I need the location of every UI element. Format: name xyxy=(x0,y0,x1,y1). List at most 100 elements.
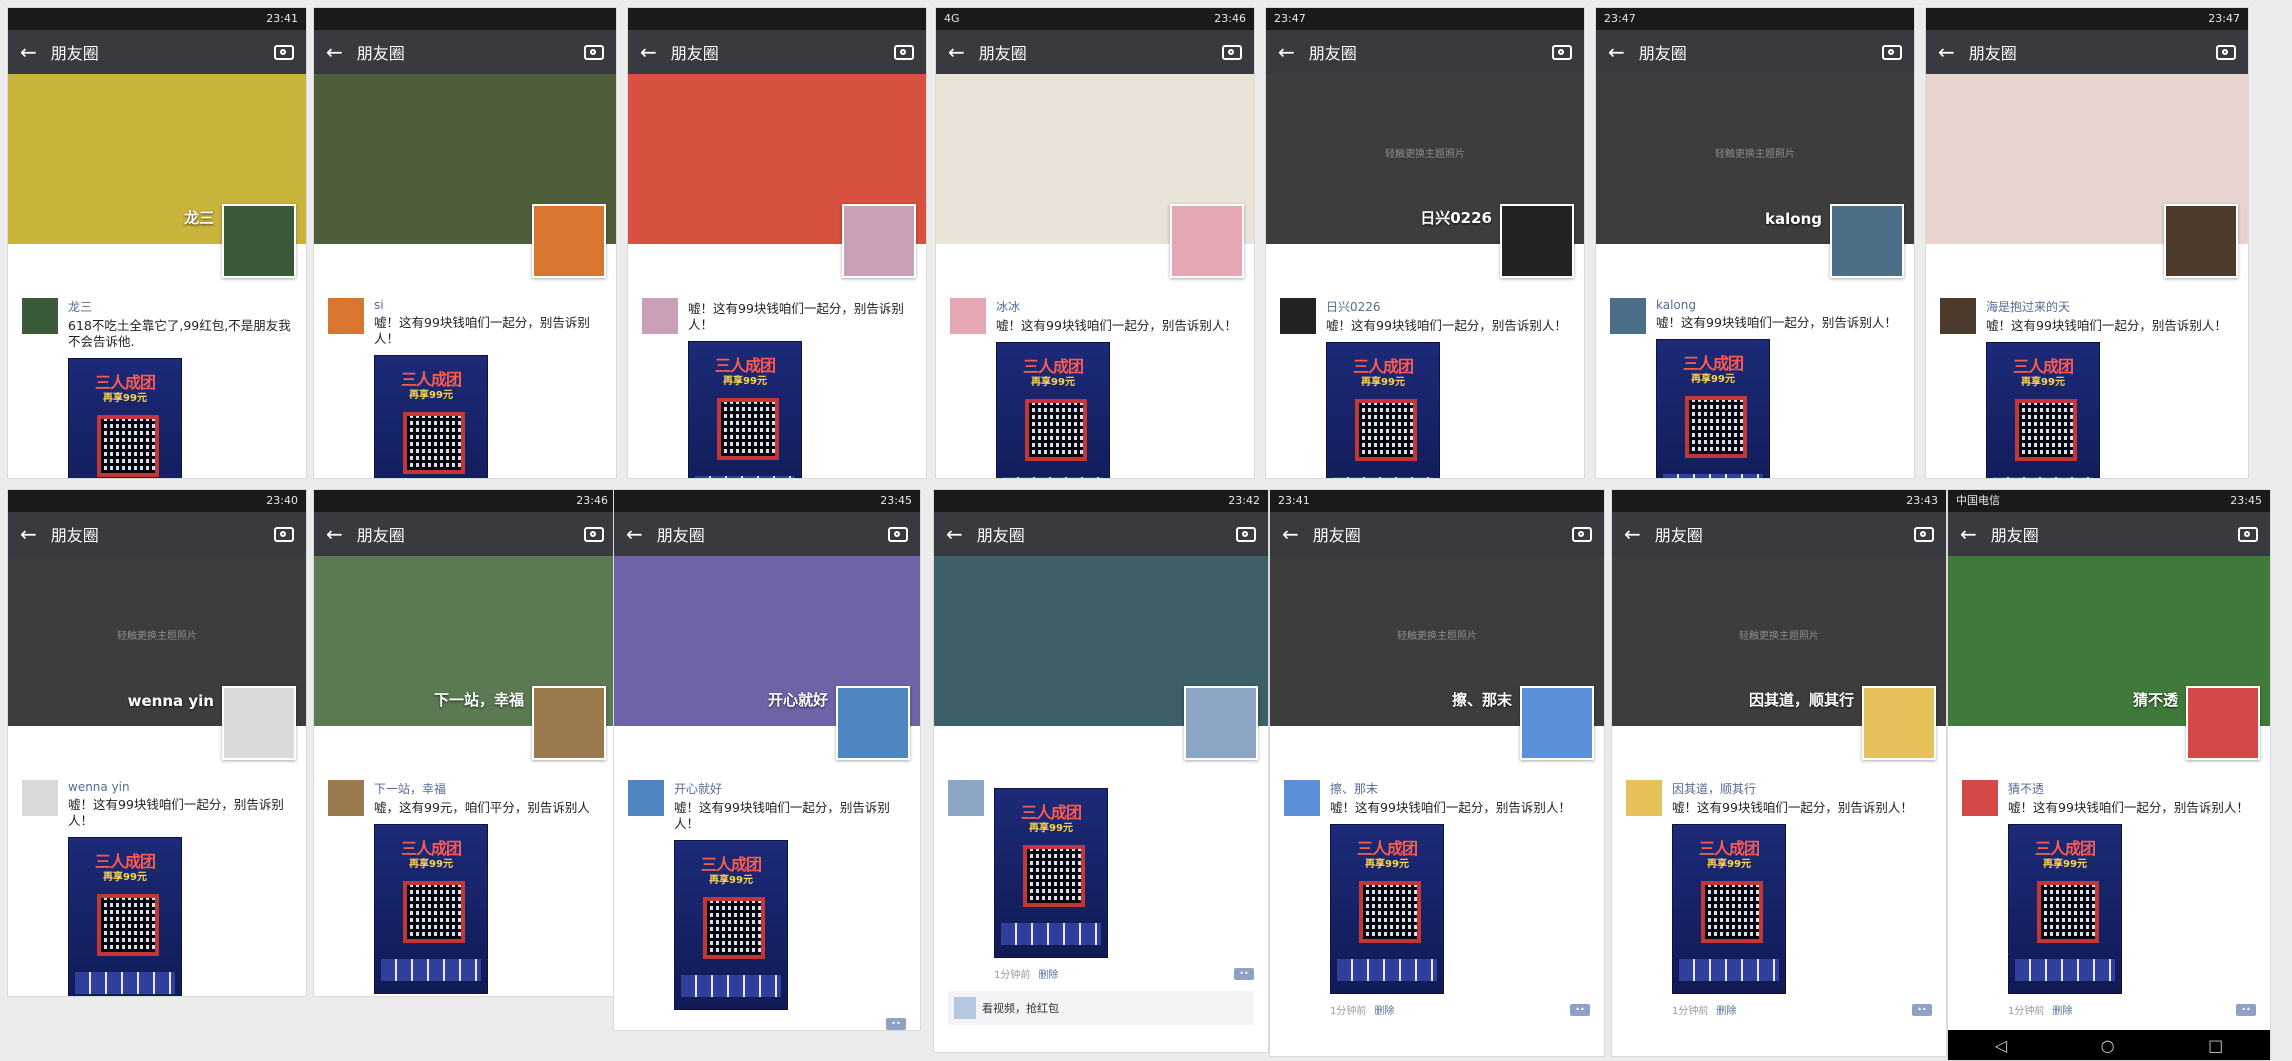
post-author[interactable]: si xyxy=(374,298,602,312)
profile-avatar[interactable] xyxy=(222,686,296,760)
poster-avatar[interactable] xyxy=(642,298,678,334)
home-nav-icon[interactable]: ○ xyxy=(2101,1036,2115,1055)
back-arrow-icon[interactable]: ← xyxy=(1608,42,1625,62)
comment-button-icon[interactable]: •• xyxy=(2236,1003,2256,1016)
profile-avatar[interactable] xyxy=(836,686,910,760)
comment-button-icon[interactable]: •• xyxy=(886,1018,906,1030)
comment-button-icon[interactable]: •• xyxy=(1234,967,1254,980)
cover-photo[interactable]: 下一站，幸福 xyxy=(314,556,616,760)
promo-poster-image[interactable]: 三人成团 再享99元 xyxy=(1326,342,1440,478)
post-author[interactable]: kalong xyxy=(1656,298,1900,312)
back-arrow-icon[interactable]: ← xyxy=(946,524,963,544)
cover-photo[interactable]: 轻触更换主题照片 因其道，顺其行 xyxy=(1612,556,1946,760)
poster-avatar[interactable] xyxy=(22,780,58,816)
promo-poster-image[interactable]: 三人成团 再享99元 xyxy=(68,358,182,478)
camera-icon[interactable] xyxy=(888,526,908,542)
cover-photo[interactable]: 轻触更换主题照片 kalong xyxy=(1596,74,1914,278)
profile-avatar[interactable] xyxy=(2186,686,2260,760)
poster-avatar[interactable] xyxy=(1940,298,1976,334)
post-author[interactable]: 开心就好 xyxy=(674,780,906,797)
profile-avatar[interactable] xyxy=(1830,204,1904,278)
camera-icon[interactable] xyxy=(1222,44,1242,60)
post-author[interactable]: 冰冰 xyxy=(996,298,1240,315)
post-author[interactable]: 下一站，幸福 xyxy=(374,780,602,797)
camera-icon[interactable] xyxy=(2216,44,2236,60)
post-author[interactable]: 日兴0226 xyxy=(1326,298,1570,315)
post-author[interactable]: wenna yin xyxy=(68,780,292,794)
profile-avatar[interactable] xyxy=(842,204,916,278)
delete-link[interactable]: 删除 xyxy=(1038,970,1058,981)
camera-icon[interactable] xyxy=(1572,526,1592,542)
poster-avatar[interactable] xyxy=(628,780,664,816)
comment-button-icon[interactable]: •• xyxy=(1912,1003,1932,1016)
poster-avatar[interactable] xyxy=(948,780,984,816)
post-author[interactable]: 因其道，顺其行 xyxy=(1672,780,1932,797)
back-nav-icon[interactable]: ◁ xyxy=(1995,1036,2007,1055)
back-arrow-icon[interactable]: ← xyxy=(626,524,643,544)
profile-avatar[interactable] xyxy=(222,204,296,278)
back-arrow-icon[interactable]: ← xyxy=(1938,42,1955,62)
back-arrow-icon[interactable]: ← xyxy=(640,42,657,62)
profile-avatar[interactable] xyxy=(2164,204,2238,278)
back-arrow-icon[interactable]: ← xyxy=(948,42,965,62)
comment-button-icon[interactable]: •• xyxy=(1570,1003,1590,1016)
profile-avatar[interactable] xyxy=(1184,686,1258,760)
promo-poster-image[interactable]: 三人成团 再享99元 xyxy=(674,840,788,1010)
delete-link[interactable]: 删除 xyxy=(1716,1006,1736,1017)
delete-link[interactable]: 删除 xyxy=(1374,1006,1394,1017)
post-author[interactable]: 龙三 xyxy=(68,298,292,315)
poster-avatar[interactable] xyxy=(328,298,364,334)
back-arrow-icon[interactable]: ← xyxy=(1960,524,1977,544)
poster-avatar[interactable] xyxy=(1626,780,1662,816)
profile-avatar[interactable] xyxy=(1520,686,1594,760)
poster-avatar[interactable] xyxy=(22,298,58,334)
promo-poster-image[interactable]: 三人成团 再享99元 xyxy=(2008,824,2122,994)
promo-poster-image[interactable]: 三人成团 再享99元 xyxy=(374,824,488,994)
cover-photo[interactable]: 龙三 xyxy=(8,74,306,278)
promo-poster-image[interactable]: 三人成团 再享99元 xyxy=(68,837,182,996)
profile-avatar[interactable] xyxy=(1500,204,1574,278)
camera-icon[interactable] xyxy=(1914,526,1934,542)
post-author[interactable]: 海是抱过来的天 xyxy=(1986,298,2234,315)
promo-poster-image[interactable]: 三人成团 再享99元 xyxy=(994,788,1108,958)
profile-avatar[interactable] xyxy=(1862,686,1936,760)
cover-photo[interactable] xyxy=(314,74,616,278)
poster-avatar[interactable] xyxy=(1284,780,1320,816)
profile-avatar[interactable] xyxy=(532,204,606,278)
promo-poster-image[interactable]: 三人成团 再享99元 xyxy=(688,341,802,478)
promo-poster-image[interactable]: 三人成团 再享99元 xyxy=(1330,824,1444,994)
camera-icon[interactable] xyxy=(894,44,914,60)
camera-icon[interactable] xyxy=(1882,44,1902,60)
camera-icon[interactable] xyxy=(1236,526,1256,542)
cover-photo[interactable]: 猜不透 xyxy=(1948,556,2270,760)
post-author[interactable]: 擦、那末 xyxy=(1330,780,1590,797)
cover-photo[interactable] xyxy=(936,74,1254,278)
poster-avatar[interactable] xyxy=(950,298,986,334)
back-arrow-icon[interactable]: ← xyxy=(20,524,37,544)
back-arrow-icon[interactable]: ← xyxy=(326,42,343,62)
next-post-preview[interactable]: 看视频，抢红包 xyxy=(948,991,1254,1025)
post-author[interactable]: 猜不透 xyxy=(2008,780,2256,797)
promo-poster-image[interactable]: 三人成团 再享99元 xyxy=(1672,824,1786,994)
cover-photo[interactable] xyxy=(1926,74,2248,278)
camera-icon[interactable] xyxy=(274,526,294,542)
camera-icon[interactable] xyxy=(2238,526,2258,542)
poster-avatar[interactable] xyxy=(1962,780,1998,816)
cover-photo[interactable] xyxy=(628,74,926,278)
promo-poster-image[interactable]: 三人成团 再享99元 xyxy=(996,342,1110,478)
profile-avatar[interactable] xyxy=(532,686,606,760)
back-arrow-icon[interactable]: ← xyxy=(20,42,37,62)
back-arrow-icon[interactable]: ← xyxy=(1624,524,1641,544)
cover-photo[interactable]: 开心就好 xyxy=(614,556,920,760)
camera-icon[interactable] xyxy=(1552,44,1572,60)
cover-photo[interactable]: 轻触更换主题照片 wenna yin xyxy=(8,556,306,760)
cover-photo[interactable]: 轻触更换主题照片 日兴0226 xyxy=(1266,74,1584,278)
back-arrow-icon[interactable]: ← xyxy=(1282,524,1299,544)
cover-photo[interactable] xyxy=(934,556,1268,760)
recents-nav-icon[interactable]: □ xyxy=(2208,1036,2223,1055)
poster-avatar[interactable] xyxy=(1610,298,1646,334)
poster-avatar[interactable] xyxy=(1280,298,1316,334)
camera-icon[interactable] xyxy=(274,44,294,60)
camera-icon[interactable] xyxy=(584,44,604,60)
poster-avatar[interactable] xyxy=(328,780,364,816)
